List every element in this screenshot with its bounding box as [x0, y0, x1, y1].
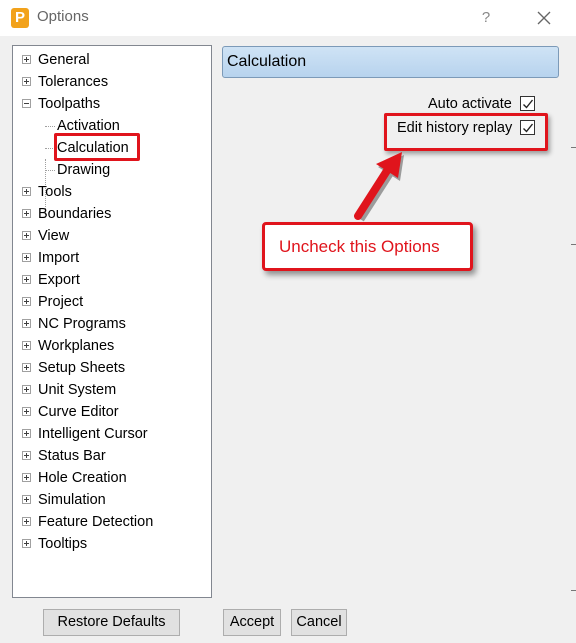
expand-icon[interactable] [22, 297, 31, 306]
title-bar: P Options ? [0, 0, 576, 36]
expand-icon[interactable] [22, 77, 31, 86]
instruction-callout: Uncheck this Options [262, 222, 473, 271]
tree-item-label: Tools [38, 184, 72, 200]
tree-item-label: Tooltips [38, 536, 88, 552]
tree-item-label: Workplanes [38, 338, 115, 354]
expand-icon[interactable] [22, 451, 31, 460]
window-edge-mark [571, 147, 576, 148]
window-title: Options [37, 8, 89, 25]
options-tree[interactable]: General Tolerances Toolpaths Activation … [12, 45, 212, 598]
tree-item-label: Import [38, 250, 80, 266]
expand-icon[interactable] [22, 385, 31, 394]
auto-activate-label: Auto activate [428, 96, 512, 112]
restore-defaults-button[interactable]: Restore Defaults [43, 609, 180, 636]
tree-item-label: Feature Detection [38, 514, 154, 530]
tree-item-label: Tolerances [38, 74, 109, 90]
app-icon: P [11, 8, 29, 28]
expand-icon[interactable] [22, 55, 31, 64]
expand-icon[interactable] [22, 539, 31, 548]
expand-icon[interactable] [22, 275, 31, 284]
expand-icon[interactable] [22, 517, 31, 526]
tree-connector [45, 126, 55, 127]
tree-item-label: Intelligent Cursor [38, 426, 148, 442]
tree-item-label: Drawing [57, 162, 111, 178]
expand-icon[interactable] [22, 253, 31, 262]
tree-item-label: Unit System [38, 382, 117, 398]
close-icon [537, 11, 551, 25]
tree-item-label: General [38, 52, 90, 68]
window-edge-mark [571, 244, 576, 245]
expand-icon[interactable] [22, 319, 31, 328]
tree-item-label: Boundaries [38, 206, 112, 222]
arrow-icon [354, 152, 404, 222]
tree-item-label: View [38, 228, 70, 244]
tree-item-label: Toolpaths [38, 96, 101, 112]
tree-item-label: NC Programs [38, 316, 126, 332]
collapse-icon[interactable] [22, 99, 31, 108]
help-button[interactable]: ? [476, 6, 496, 30]
expand-icon[interactable] [22, 209, 31, 218]
tree-item-label: Curve Editor [38, 404, 119, 420]
tree-connector [45, 170, 55, 171]
expand-icon[interactable] [22, 363, 31, 372]
tree-item-label: Status Bar [38, 448, 106, 464]
expand-icon[interactable] [22, 495, 31, 504]
expand-icon[interactable] [22, 187, 31, 196]
cancel-button[interactable]: Cancel [291, 609, 347, 636]
expand-icon[interactable] [22, 473, 31, 482]
window-edge-mark [571, 590, 576, 591]
checkbox-highlight-annotation [384, 113, 548, 151]
tree-item-label: Project [38, 294, 84, 310]
auto-activate-checkbox[interactable] [520, 96, 535, 111]
tree-item-label: Export [38, 272, 80, 288]
tree-item-label: Setup Sheets [38, 360, 126, 376]
selection-highlight-annotation [54, 133, 140, 161]
expand-icon[interactable] [22, 429, 31, 438]
expand-icon[interactable] [22, 231, 31, 240]
accept-button[interactable]: Accept [223, 609, 281, 636]
expand-icon[interactable] [22, 341, 31, 350]
tree-item-label: Simulation [38, 492, 106, 508]
checkmark-icon [523, 99, 534, 109]
tree-item-label: Hole Creation [38, 470, 127, 486]
close-button[interactable] [530, 6, 556, 30]
expand-icon[interactable] [22, 407, 31, 416]
section-header: Calculation [222, 46, 559, 78]
